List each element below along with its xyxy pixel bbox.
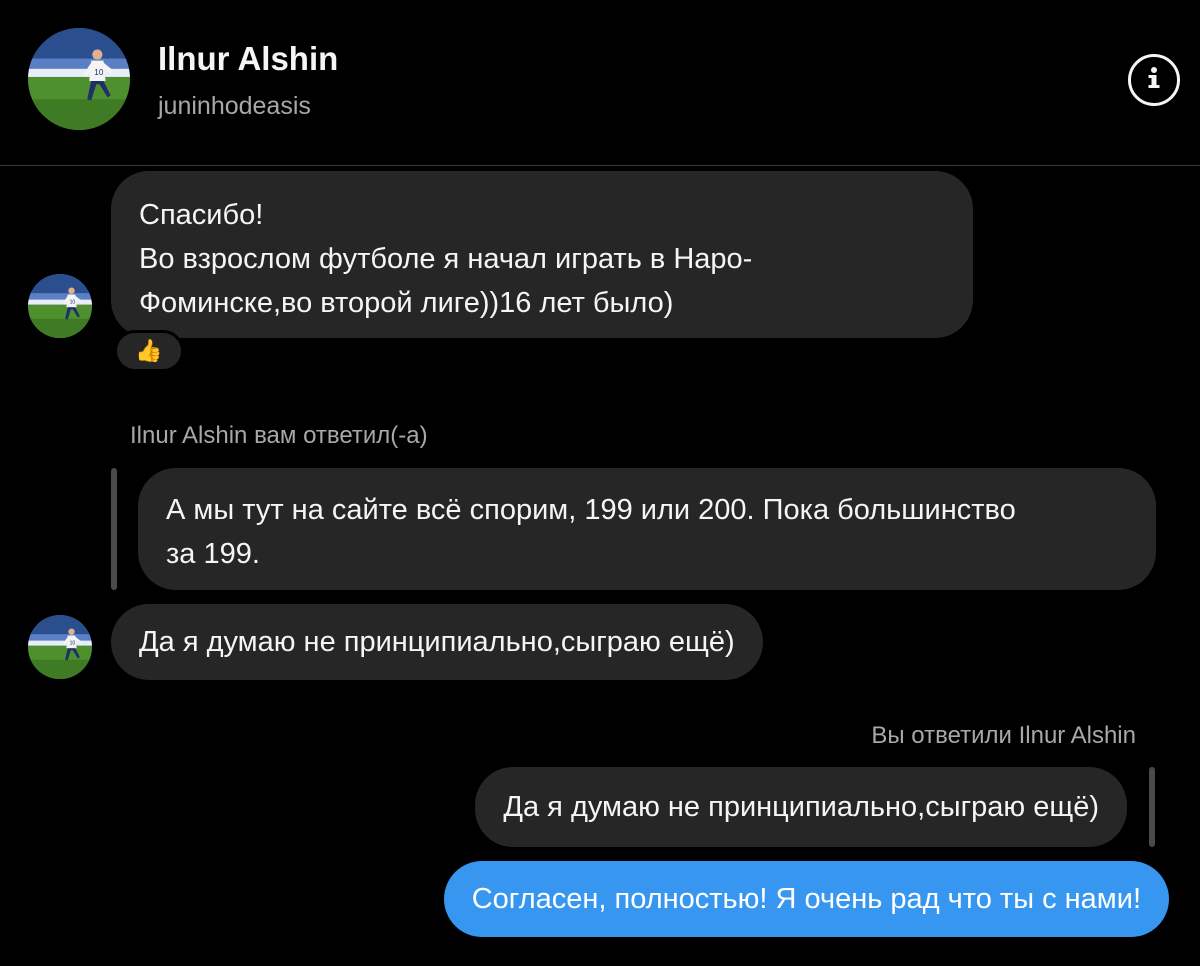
info-button[interactable] — [1128, 54, 1180, 106]
reply-label: Ilnur Alshin вам ответил(-а) — [130, 422, 428, 449]
chat-header: Ilnur Alshin juninhodeasis — [0, 0, 1200, 166]
incoming-message-bubble[interactable]: Да я думаю не принципиально,сыграю ещё) — [111, 604, 763, 680]
incoming-message-bubble[interactable]: Спасибо! Во взрослом футболе я начал игр… — [111, 171, 973, 338]
quoted-message-bubble[interactable]: Да я думаю не принципиально,сыграю ещё) — [475, 767, 1127, 847]
message-line: Фоминске,во второй лиге))16 лет было) — [139, 287, 674, 319]
quoted-line: А мы тут на сайте всё спорим, 199 или 20… — [166, 494, 1016, 526]
message-line: Во взрослом футболе я начал играть в Нар… — [139, 243, 753, 275]
reaction-badge[interactable]: 👍 — [114, 330, 184, 372]
info-icon — [1139, 63, 1169, 98]
quoted-line: за 199. — [166, 538, 260, 570]
contact-username: juninhodeasis — [158, 92, 311, 120]
message-avatar[interactable] — [28, 274, 92, 338]
thumbs-up-icon: 👍 — [135, 338, 163, 363]
message-avatar[interactable] — [28, 615, 92, 679]
avatar[interactable] — [28, 28, 130, 130]
outgoing-message-bubble[interactable]: Согласен, полностью! Я очень рад что ты … — [443, 861, 1169, 937]
reply-indicator-bar — [111, 468, 117, 590]
reply-label: Вы ответили Ilnur Alshin — [871, 722, 1136, 749]
contact-name[interactable]: Ilnur Alshin — [158, 40, 338, 78]
reply-indicator-bar — [1149, 767, 1155, 847]
message-line: Спасибо! — [139, 199, 264, 231]
quoted-message-bubble[interactable]: А мы тут на сайте всё спорим, 199 или 20… — [138, 468, 1156, 590]
